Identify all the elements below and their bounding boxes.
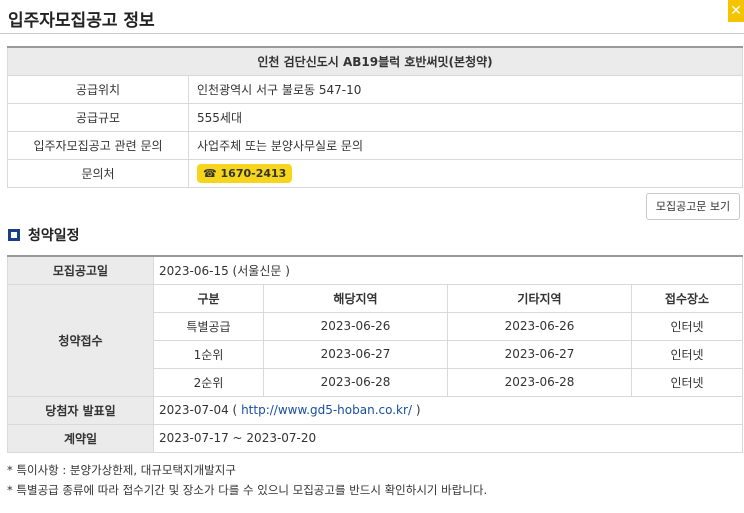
supply-location-value: 인천광역시 서구 불로동 547-10 <box>188 74 743 104</box>
inquiry-value: 사업주체 또는 분양사무실로 문의 <box>188 130 743 160</box>
row-other-date: 2023-06-28 <box>447 367 632 397</box>
section-header: 청약일정 <box>8 224 80 246</box>
supply-scale-value: 555세대 <box>188 102 743 132</box>
table-row: 청약접수 구분 해당지역 기타지역 접수장소 <box>7 283 743 397</box>
row-place: 인터넷 <box>631 311 743 341</box>
col-header-other: 기타지역 <box>447 283 632 313</box>
col-header-place: 접수장소 <box>631 283 743 313</box>
section-title: 청약일정 <box>28 228 80 244</box>
table-row: 계약일 2023-07-17 ~ 2023-07-20 <box>7 423 743 453</box>
row-local-date: 2023-06-28 <box>263 367 448 397</box>
title-bar: 입주자모집공고 정보 ✕ <box>0 0 744 34</box>
row-type: 특별공급 <box>153 311 264 341</box>
winner-value: 2023-07-04 ( http://www.gd5-hoban.co.kr/… <box>153 395 743 425</box>
note-item: * 특이사항 : 분양가상한제, 대규모택지개발지구 <box>7 463 236 477</box>
view-announcement-button[interactable]: 모집공고문 보기 <box>646 193 740 220</box>
winner-date: 2023-07-04 ( <box>159 403 242 417</box>
announce-date-label: 모집공고일 <box>7 255 154 285</box>
table-row: 공급위치 인천광역시 서구 불로동 547-10 <box>7 74 743 104</box>
supply-location-label: 공급위치 <box>7 74 189 104</box>
table-row: 모집공고일 2023-06-15 (서울신문 ) <box>7 255 743 285</box>
inquiry-label: 입주자모집공고 관련 문의 <box>7 130 189 160</box>
page-title: 입주자모집공고 정보 <box>8 11 155 31</box>
winner-label: 당첨자 발표일 <box>7 395 154 425</box>
table-row: 문의처 ☎ 1670-2413 <box>7 158 743 188</box>
title-divider <box>0 33 744 34</box>
contact-label: 문의처 <box>7 158 189 188</box>
phone-badge[interactable]: ☎ 1670-2413 <box>197 163 293 183</box>
row-local-date: 2023-06-27 <box>263 339 448 369</box>
contract-label: 계약일 <box>7 423 154 453</box>
receipt-label: 청약접수 <box>7 283 154 397</box>
row-place: 인터넷 <box>631 367 743 397</box>
row-local-date: 2023-06-26 <box>263 311 448 341</box>
supply-scale-label: 공급규모 <box>7 102 189 132</box>
notes: * 특이사항 : 분양가상한제, 대규모택지개발지구 * 특별공급 종류에 따라… <box>7 460 487 500</box>
supply-info-table: 인천 검단신도시 AB19블럭 호반써밋(본청약) 공급위치 인천광역시 서구 … <box>7 46 743 188</box>
table-row: 공급규모 555세대 <box>7 102 743 132</box>
announce-date-value: 2023-06-15 (서울신문 ) <box>153 255 743 285</box>
winner-close: ) <box>412 403 421 417</box>
table-row: 당첨자 발표일 2023-07-04 ( http://www.gd5-hoba… <box>7 395 743 425</box>
row-other-date: 2023-06-27 <box>447 339 632 369</box>
square-bullet-icon <box>8 229 20 241</box>
row-other-date: 2023-06-26 <box>447 311 632 341</box>
winner-link[interactable]: http://www.gd5-hoban.co.kr/ <box>241 403 412 417</box>
contact-cell: ☎ 1670-2413 <box>188 158 743 188</box>
contract-value: 2023-07-17 ~ 2023-07-20 <box>153 423 743 453</box>
row-place: 인터넷 <box>631 339 743 369</box>
table-row: 입주자모집공고 관련 문의 사업주체 또는 분양사무실로 문의 <box>7 130 743 160</box>
row-type: 2순위 <box>153 367 264 397</box>
note-item: * 특별공급 종류에 따라 접수기간 및 장소가 다를 수 있으니 모집공고를 … <box>7 483 488 497</box>
col-header-type: 구분 <box>153 283 264 313</box>
close-icon[interactable]: ✕ <box>728 0 744 22</box>
col-header-local: 해당지역 <box>263 283 448 313</box>
complex-name-heading: 인천 검단신도시 AB19블럭 호반써밋(본청약) <box>7 46 743 76</box>
row-type: 1순위 <box>153 339 264 369</box>
schedule-table: 모집공고일 2023-06-15 (서울신문 ) 청약접수 구분 해당지역 기타… <box>7 255 743 453</box>
